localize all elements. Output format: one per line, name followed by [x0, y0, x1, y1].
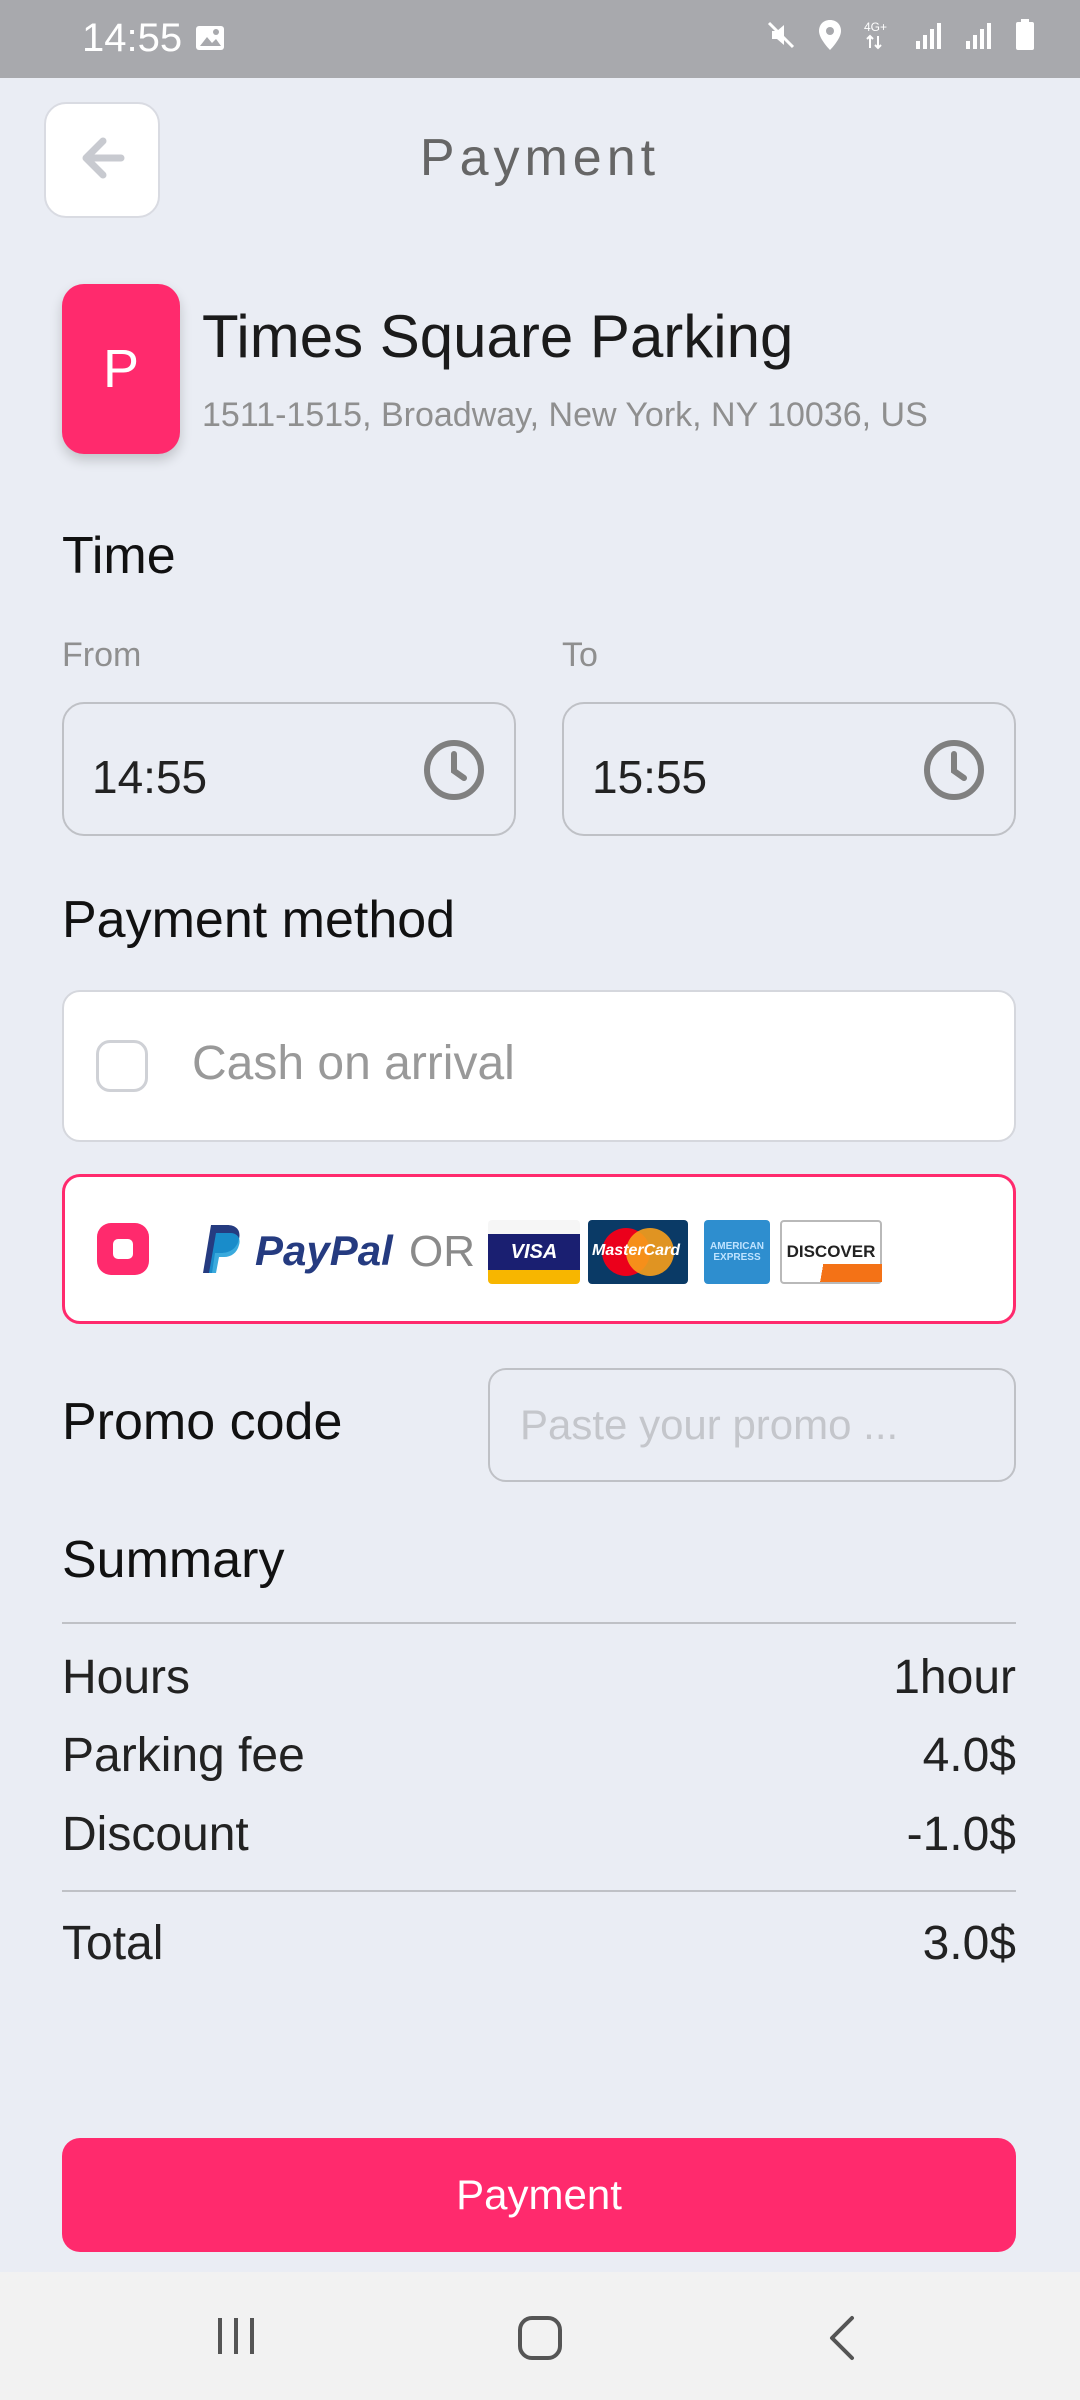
- system-back-icon[interactable]: [822, 2314, 862, 2367]
- recent-apps-icon[interactable]: [214, 2314, 258, 2363]
- mastercard-logo: MasterCard: [588, 1220, 688, 1284]
- promo-code-input[interactable]: [488, 1368, 1016, 1482]
- total-value: 3.0$: [922, 1917, 1016, 1970]
- cash-checkbox[interactable]: [96, 1040, 148, 1092]
- from-time-value: 14:55: [92, 751, 208, 803]
- summary-row-discount: Discount -1.0$: [62, 1807, 1016, 1862]
- summary-row-value: 1hour: [893, 1651, 1016, 1704]
- summary-row-hours: Hours 1hour: [62, 1650, 1016, 1705]
- to-label: To: [562, 636, 598, 674]
- home-icon[interactable]: [516, 2314, 564, 2367]
- parking-name: Times Square Parking: [202, 303, 794, 370]
- svg-text:4G+: 4G+: [864, 20, 887, 34]
- summary-divider-bottom: [62, 1890, 1016, 1892]
- signal-icon-2: [964, 19, 996, 56]
- parking-address: 1511-1515, Broadway, New York, NY 10036,…: [202, 396, 928, 434]
- battery-icon: [1014, 18, 1036, 57]
- page-title: Payment: [419, 129, 661, 187]
- paypal-label: PayPal: [255, 1227, 393, 1274]
- visa-logo: VISA: [488, 1220, 580, 1284]
- summary-row-label: Parking fee: [62, 1729, 305, 1782]
- promo-code-label: Promo code: [62, 1393, 343, 1451]
- total-label: Total: [62, 1917, 164, 1970]
- location-icon: [816, 18, 844, 57]
- summary-row-label: Hours: [62, 1651, 191, 1704]
- summary-total-row: Total 3.0$: [62, 1916, 1016, 1971]
- summary-row-parking-fee: Parking fee 4.0$: [62, 1728, 1016, 1783]
- gallery-notification-icon: [194, 22, 226, 59]
- clock-icon[interactable]: [422, 738, 486, 807]
- amex-text: AMERICAN EXPRESS: [710, 1241, 764, 1263]
- mastercard-text: MasterCard: [592, 1242, 681, 1259]
- clock-icon[interactable]: [922, 738, 986, 807]
- from-label: From: [62, 636, 142, 674]
- cash-on-arrival-option[interactable]: Cash on arrival: [62, 990, 1016, 1142]
- parking-logo: P: [62, 284, 180, 454]
- status-time: 14:55: [82, 16, 183, 60]
- paypal-p-icon: [197, 1223, 241, 1280]
- summary-row-value: 4.0$: [922, 1729, 1016, 1782]
- mute-icon: [764, 18, 798, 57]
- discover-text: DISCOVER: [786, 1242, 876, 1261]
- payment-button[interactable]: Payment: [62, 2138, 1016, 2252]
- visa-text: VISA: [510, 1240, 558, 1263]
- to-time-value: 15:55: [592, 751, 708, 803]
- logo-letter: P: [102, 339, 140, 399]
- discover-logo: DISCOVER: [780, 1220, 882, 1284]
- summary-divider-top: [62, 1622, 1016, 1624]
- amex-logo: AMERICAN EXPRESS: [704, 1220, 770, 1284]
- status-bar: 14:55 4G+: [0, 0, 1080, 78]
- paypal-checkbox[interactable]: [97, 1223, 149, 1275]
- summary-row-label: Discount: [62, 1808, 249, 1861]
- payment-method-title: Payment method: [62, 891, 456, 949]
- or-label: OR: [409, 1227, 475, 1276]
- to-time-field[interactable]: 15:55: [562, 702, 1016, 836]
- system-nav-bar: [0, 2272, 1080, 2400]
- cash-label: Cash on arrival: [192, 1037, 515, 1090]
- network-4g-icon: 4G+: [862, 18, 896, 57]
- summary-row-value: -1.0$: [906, 1808, 1016, 1861]
- time-section-title: Time: [62, 527, 176, 585]
- signal-icon: [914, 19, 946, 56]
- summary-title: Summary: [62, 1531, 285, 1589]
- from-time-field[interactable]: 14:55: [62, 702, 516, 836]
